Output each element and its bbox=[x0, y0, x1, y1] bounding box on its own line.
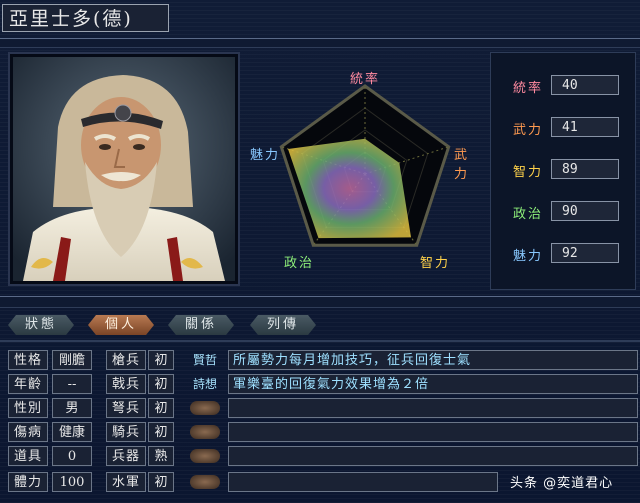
troop-label-crossbow: 弩兵 bbox=[106, 398, 146, 418]
stats-panel: 統率 40 武力 41 智力 89 政治 90 魅力 92 bbox=[490, 52, 636, 290]
troop-value-crossbow: 初 bbox=[148, 398, 174, 418]
stat-row-wuli: 武力 41 bbox=[505, 117, 631, 139]
troop-label-halberd: 戟兵 bbox=[106, 374, 146, 394]
character-name-title: 亞里士多(德) bbox=[2, 4, 169, 32]
radar-label-meili: 魅力 bbox=[250, 148, 281, 163]
skill-name-1: 賢哲 bbox=[192, 353, 217, 367]
stat-label: 武力 bbox=[513, 123, 544, 138]
skill-desc-5 bbox=[228, 446, 638, 466]
tab-relations[interactable]: 關係 bbox=[168, 315, 234, 335]
skill-desc-1: 所屬勢力每月增加技巧，征兵回復士氣 bbox=[228, 350, 638, 370]
stat-value: 89 bbox=[551, 159, 619, 179]
attr-value-stamina: 100 bbox=[52, 472, 92, 492]
troop-label-spear: 槍兵 bbox=[106, 350, 146, 370]
stat-row-zhengzhi: 政治 90 bbox=[505, 201, 631, 223]
troop-value-spear: 初 bbox=[148, 350, 174, 370]
attr-label-items: 道具 bbox=[8, 446, 48, 466]
attr-label-gender: 性別 bbox=[8, 398, 48, 418]
stat-row-zhili: 智力 89 bbox=[505, 159, 631, 181]
stat-row-tongshuai: 統率 40 bbox=[505, 75, 631, 97]
attr-label-health: 傷病 bbox=[8, 422, 48, 442]
watermark-text: 头条 @奕道君心 bbox=[510, 476, 614, 491]
attr-label-personality: 性格 bbox=[8, 350, 48, 370]
attr-value-age: -- bbox=[52, 374, 92, 394]
troop-label-navy: 水軍 bbox=[106, 472, 146, 492]
tab-status[interactable]: 狀態 bbox=[8, 315, 74, 335]
radar-label-zhengzhi: 政治 bbox=[284, 256, 315, 271]
troop-value-navy: 初 bbox=[148, 472, 174, 492]
attr-value-items: 0 bbox=[52, 446, 92, 466]
attr-label-stamina: 體力 bbox=[8, 472, 48, 492]
attr-value-gender: 男 bbox=[52, 398, 92, 418]
skill-desc-6 bbox=[228, 472, 498, 492]
troop-label-cavalry: 騎兵 bbox=[106, 422, 146, 442]
tab-personal[interactable]: 個人 bbox=[88, 315, 154, 335]
stat-label: 智力 bbox=[513, 165, 544, 180]
top-divider bbox=[0, 38, 640, 48]
tab-underline bbox=[0, 340, 640, 342]
skill-slot-empty-icon bbox=[190, 425, 220, 439]
tab-biography[interactable]: 列傳 bbox=[250, 315, 316, 335]
portrait-frame bbox=[8, 52, 240, 286]
skill-desc-4 bbox=[228, 422, 638, 442]
skill-name-2: 詩想 bbox=[192, 377, 217, 391]
skill-slot-empty-icon bbox=[190, 475, 220, 489]
skill-desc-2: 軍樂臺的回復氣力效果增為２倍 bbox=[228, 374, 638, 394]
stat-label: 統率 bbox=[513, 81, 544, 96]
attr-value-personality: 剛膽 bbox=[52, 350, 92, 370]
skill-slot-empty-icon bbox=[190, 449, 220, 463]
stat-label: 魅力 bbox=[513, 249, 544, 264]
attribute-radar-chart: 統率 武力 智力 政治 魅力 bbox=[248, 52, 483, 288]
attr-value-health: 健康 bbox=[52, 422, 92, 442]
character-portrait bbox=[13, 57, 235, 281]
troop-value-halberd: 初 bbox=[148, 374, 174, 394]
stat-value: 90 bbox=[551, 201, 619, 221]
radar-label-zhili: 智力 bbox=[420, 256, 451, 271]
skill-slot-empty-icon bbox=[190, 401, 220, 415]
troop-label-siege: 兵器 bbox=[106, 446, 146, 466]
skill-desc-3 bbox=[228, 398, 638, 418]
radar-label-tongshuai: 統率 bbox=[350, 72, 381, 87]
stat-value: 40 bbox=[551, 75, 619, 95]
stat-row-meili: 魅力 92 bbox=[505, 243, 631, 265]
troop-value-siege: 熟 bbox=[148, 446, 174, 466]
radar-label-wuli: 武力 bbox=[454, 148, 470, 182]
troop-value-cavalry: 初 bbox=[148, 422, 174, 442]
stat-value: 41 bbox=[551, 117, 619, 137]
mid-divider bbox=[0, 296, 640, 308]
attr-label-age: 年齡 bbox=[8, 374, 48, 394]
stat-label: 政治 bbox=[513, 207, 544, 222]
stat-value: 92 bbox=[551, 243, 619, 263]
